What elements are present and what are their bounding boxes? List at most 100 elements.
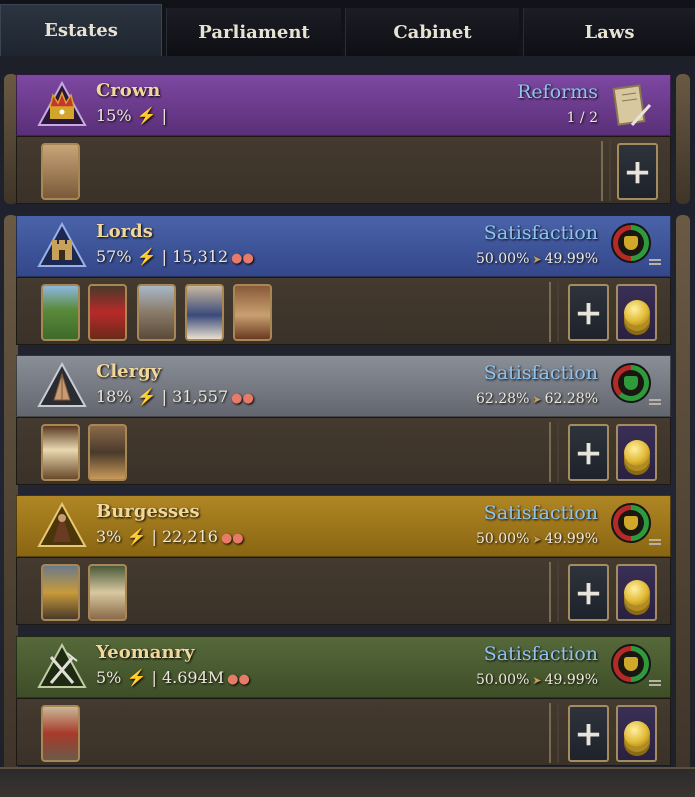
separator — [549, 703, 559, 763]
estate-stats: 57% ⚡ | 15,312 ●● — [96, 247, 254, 266]
castle-tower-card[interactable] — [137, 284, 176, 341]
reforms-label[interactable]: Reforms — [517, 81, 598, 103]
power-percent: 5% — [96, 668, 122, 687]
estate-body: + — [16, 136, 671, 204]
satisfaction-values: 50.00% ➤ 49.99% — [476, 251, 598, 267]
satisfaction-label[interactable]: Satisfaction — [484, 502, 598, 524]
mask-icon — [624, 657, 638, 671]
tab-bar: Estates Parliament Cabinet Laws — [0, 0, 695, 56]
population-icon: ●● — [220, 531, 244, 546]
satisfaction-label[interactable]: Satisfaction — [484, 643, 598, 665]
estate-name: Yeomanry — [96, 642, 195, 663]
countryside-card[interactable] — [41, 284, 80, 341]
scroll-card[interactable] — [233, 284, 272, 341]
pitchfork-icon — [37, 643, 87, 688]
population-value: 22,216 — [161, 527, 218, 546]
scribe-card[interactable] — [41, 143, 80, 200]
tab-cabinet[interactable]: Cabinet — [345, 8, 519, 56]
castle-icon — [37, 222, 87, 267]
estate-lords: Lords 57% ⚡ | 15,312 ●● Satisfaction 50.0… — [16, 215, 671, 345]
power-percent: 15% — [96, 106, 132, 125]
divider: | — [161, 387, 168, 406]
satisfaction-core — [618, 651, 644, 677]
monk-card[interactable] — [88, 424, 127, 481]
estate-name: Clergy — [96, 361, 162, 382]
population-value: 31,557 — [172, 387, 229, 406]
plus-icon: + — [574, 292, 603, 333]
estate-body: + — [16, 277, 671, 345]
estate-body: + — [16, 698, 671, 766]
noble-lady-card[interactable] — [88, 284, 127, 341]
add-button[interactable]: + — [617, 143, 658, 200]
gold-coins-button[interactable] — [616, 705, 657, 762]
population-value: 15,312 — [172, 247, 229, 266]
market-card[interactable] — [88, 564, 127, 621]
tab-laws[interactable]: Laws — [523, 8, 695, 56]
estate-header: Clergy 18% ⚡ | 31,557 ●● Satisfaction 62.… — [16, 355, 671, 417]
lightning-icon: ⚡ — [136, 106, 157, 125]
lightning-icon: ⚡ — [136, 247, 157, 266]
gold-coins-button[interactable] — [616, 284, 657, 341]
add-button[interactable]: + — [568, 564, 609, 621]
add-button[interactable]: + — [568, 705, 609, 762]
estate-header: Burgesses 3% ⚡ | 22,216 ●● Satisfaction 5… — [16, 495, 671, 557]
gold-coins-button[interactable] — [616, 424, 657, 481]
lightning-icon: ⚡ — [126, 668, 147, 687]
arrow-right-icon: ➤ — [532, 674, 542, 687]
guild-shield-card[interactable] — [41, 564, 80, 621]
satisfaction-core — [618, 370, 644, 396]
satisfaction-label[interactable]: Satisfaction — [484, 222, 598, 244]
satisfaction-ring[interactable] — [611, 503, 651, 543]
satisfaction-label[interactable]: Satisfaction — [484, 362, 598, 384]
satisfaction-ring[interactable] — [611, 363, 651, 403]
plus-icon: + — [623, 151, 652, 192]
add-button[interactable]: + — [568, 424, 609, 481]
archer-card[interactable] — [41, 705, 80, 762]
estate-stats: 3% ⚡ | 22,216 ●● — [96, 527, 244, 546]
mask-icon — [624, 376, 638, 390]
divider: | — [151, 668, 157, 687]
satisfaction-ring[interactable] — [611, 223, 651, 263]
satisfaction-values: 50.00% ➤ 49.99% — [476, 531, 598, 547]
lightning-icon: ⚡ — [126, 527, 147, 546]
separator — [549, 422, 559, 482]
tab-estates[interactable]: Estates — [0, 4, 162, 56]
menu-lines-icon — [649, 680, 661, 686]
tab-parliament[interactable]: Parliament — [166, 8, 341, 56]
holy-book-card[interactable] — [41, 424, 80, 481]
arrow-right-icon: ➤ — [532, 393, 542, 406]
population-icon: ●● — [227, 672, 250, 687]
satisfaction-target: 49.99% — [544, 672, 598, 688]
power-percent: 3% — [96, 527, 122, 546]
population-value: 4.694M — [161, 668, 225, 687]
gold-coins-button[interactable] — [616, 564, 657, 621]
plus-icon: + — [574, 713, 603, 754]
divider: | — [151, 527, 157, 546]
right-ornament — [676, 215, 690, 775]
satisfaction-values: 50.00% ➤ 49.99% — [476, 672, 598, 688]
add-button[interactable]: + — [568, 284, 609, 341]
divider: | — [161, 106, 168, 125]
coins-icon — [623, 299, 650, 326]
estate-name: Burgesses — [96, 501, 200, 522]
satisfaction-ring[interactable] — [611, 644, 651, 684]
wedding-card[interactable] — [185, 284, 224, 341]
plus-icon: + — [574, 432, 603, 473]
menu-lines-icon — [649, 259, 661, 265]
satisfaction-values: 62.28% ➤ 62.28% — [476, 391, 598, 407]
lightning-icon: ⚡ — [136, 387, 157, 406]
scroll-quill-icon[interactable] — [612, 83, 652, 129]
separator — [601, 141, 611, 201]
coins-icon — [623, 579, 650, 606]
separator — [549, 562, 559, 622]
satisfaction-current: 62.28% — [476, 391, 530, 407]
estate-crown: Crown 15% ⚡ | Reforms 1 / 2 + — [16, 74, 671, 204]
estate-name: Lords — [96, 221, 153, 242]
estate-stats: 15% ⚡ | — [96, 106, 167, 125]
plus-icon: + — [574, 572, 603, 613]
menu-lines-icon — [649, 539, 661, 545]
coins-icon — [623, 720, 650, 747]
satisfaction-current: 50.00% — [476, 672, 530, 688]
menu-lines-icon — [649, 399, 661, 405]
satisfaction-current: 50.00% — [476, 251, 530, 267]
